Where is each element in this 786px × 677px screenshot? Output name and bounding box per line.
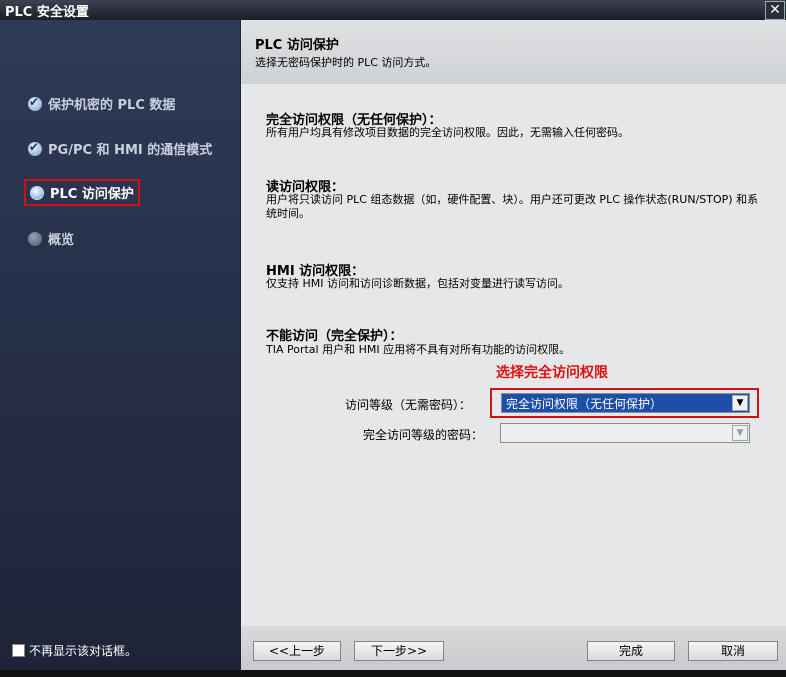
sidebar-item-comm-mode[interactable]: PG/PC 和 HMI 的通信模式 xyxy=(28,139,212,158)
sidebar: 保护机密的 PLC 数据 PG/PC 和 HMI 的通信模式 PLC 访问保护 … xyxy=(0,20,240,670)
chevron-down-icon[interactable]: ▼ xyxy=(732,425,748,441)
sidebar-item-overview[interactable]: 概览 xyxy=(28,229,74,248)
page-header: PLC 访问保护 选择无密码保护时的 PLC 访问方式。 xyxy=(241,20,786,84)
access-level-value: 完全访问权限（无任何保护） xyxy=(506,397,663,411)
access-level-label: 访问等级（无需密码）： xyxy=(344,398,471,412)
sidebar-item-protect-data[interactable]: 保护机密的 PLC 数据 xyxy=(28,94,175,113)
next-button[interactable]: 下一步>> xyxy=(354,641,444,661)
sidebar-item-label: 保护机密的 PLC 数据 xyxy=(48,98,176,113)
finish-button[interactable]: 完成 xyxy=(587,641,675,661)
window-title: PLC 安全设置 xyxy=(5,5,89,20)
section-desc-read-access: 用户将只读访问 PLC 组态数据（如，硬件配置、块）。用户还可更改 PLC 操作… xyxy=(266,193,759,220)
password-label: 完全访问等级的密码： xyxy=(362,428,483,442)
cancel-button[interactable]: 取消 xyxy=(688,641,778,661)
page-title: PLC 访问保护 xyxy=(255,38,339,53)
access-level-select[interactable]: 完全访问权限（无任何保护） ▼ xyxy=(501,393,750,413)
sidebar-item-label: 概览 xyxy=(48,233,75,248)
footer: <<上一步 下一步>> 完成 取消 xyxy=(241,626,786,670)
close-icon[interactable]: ✕ xyxy=(765,1,785,20)
checkbox-icon[interactable] xyxy=(12,644,25,657)
section-desc-hmi-access: 仅支持 HMI 访问和访问诊断数据，包括对变量进行读写访问。 xyxy=(266,277,569,290)
dont-show-checkbox[interactable]: 不再显示该对话框。 xyxy=(12,642,137,659)
section-desc-no-access: TIA Portal 用户和 HMI 应用将不具有对所有功能的访问权限。 xyxy=(266,343,571,356)
window-bottom-edge xyxy=(0,670,786,677)
annotation-text: 选择完全访问权限 xyxy=(496,365,608,381)
sidebar-item-label: PLC 访问保护 xyxy=(50,187,134,202)
prev-button[interactable]: <<上一步 xyxy=(253,641,341,661)
checkmark-icon xyxy=(28,140,42,156)
dont-show-label: 不再显示该对话框。 xyxy=(29,644,138,658)
title-bar: PLC 安全设置 ✕ xyxy=(0,0,786,20)
radio-selected-icon xyxy=(30,185,44,200)
checkmark-icon xyxy=(28,95,42,111)
section-title-no-access: 不能访问（完全保护）： xyxy=(266,329,403,344)
main-content: 完全访问权限（无任何保护）： 所有用户均具有修改项目数据的完全访问权限。因此，无… xyxy=(241,84,786,626)
radio-unselected-icon xyxy=(28,231,42,246)
sidebar-item-access-protection[interactable]: PLC 访问保护 xyxy=(24,179,140,206)
section-desc-full-access: 所有用户均具有修改项目数据的完全访问权限。因此，无需输入任何密码。 xyxy=(266,126,629,139)
page-subtitle: 选择无密码保护时的 PLC 访问方式。 xyxy=(255,56,437,69)
password-field[interactable]: ▼ xyxy=(500,423,750,443)
sidebar-item-label: PG/PC 和 HMI 的通信模式 xyxy=(48,143,213,158)
chevron-down-icon[interactable]: ▼ xyxy=(732,395,748,411)
